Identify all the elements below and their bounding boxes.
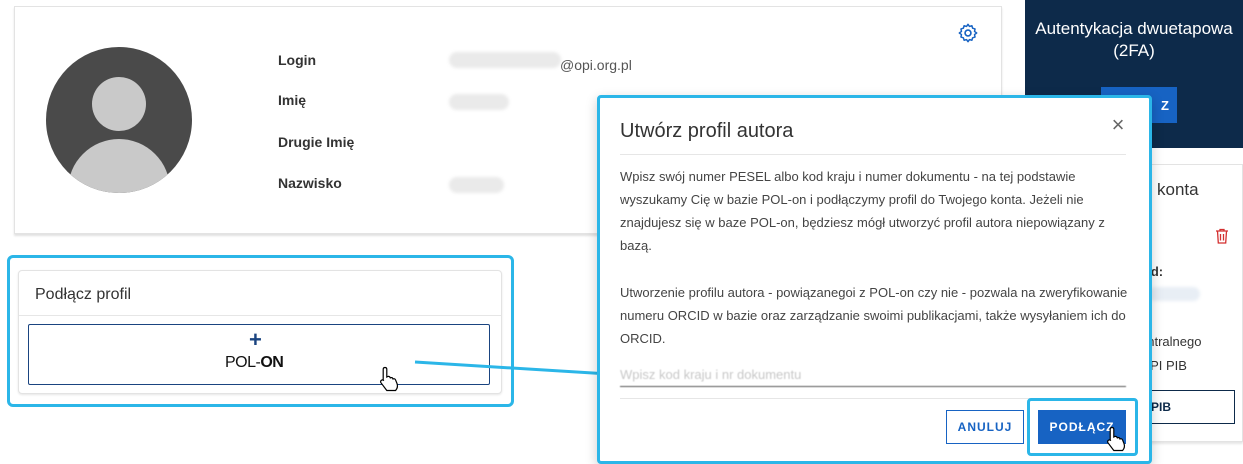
twofa-title: Autentykacja dwuetapowa (2FA)	[1035, 19, 1233, 60]
last-name-label: Nazwisko	[278, 175, 342, 191]
orcid-value-redacted	[1148, 287, 1200, 301]
last-name-value-redacted	[449, 177, 504, 193]
modal-paragraph-1: Wpisz swój numer PESEL albo kod kraju i …	[620, 169, 1105, 253]
first-name-value-redacted	[449, 94, 509, 110]
side-button[interactable]: PIB	[1140, 390, 1235, 424]
create-author-profile-modal: Utwórz profil autora × Wpisz swój numer …	[597, 95, 1152, 464]
email-domain: @opi.org.pl	[560, 57, 632, 73]
modal-header-divider	[620, 154, 1126, 155]
modal-paragraph-2: Utworzenie profilu autora - powiązanegoi…	[620, 285, 1128, 346]
first-name-label: Imię	[278, 92, 307, 108]
login-label: Login	[278, 52, 317, 68]
avatar	[46, 47, 192, 193]
close-icon[interactable]: ×	[1109, 114, 1127, 136]
hand-cursor-icon	[380, 366, 398, 392]
account-title: konta	[1157, 180, 1199, 199]
document-number-input[interactable]	[620, 363, 1126, 387]
second-name-label: Drugie Imię	[278, 134, 355, 150]
page: Login Imię Drugie Imię Nazwisko @opi.org…	[0, 0, 1243, 464]
trash-icon[interactable]	[1215, 228, 1229, 244]
hand-cursor-icon	[1107, 426, 1125, 452]
login-value-redacted	[449, 52, 561, 68]
gear-icon[interactable]	[957, 22, 979, 44]
modal-title: Utwórz profil autora	[620, 120, 794, 142]
cancel-button[interactable]: ANULUJ	[946, 410, 1024, 444]
